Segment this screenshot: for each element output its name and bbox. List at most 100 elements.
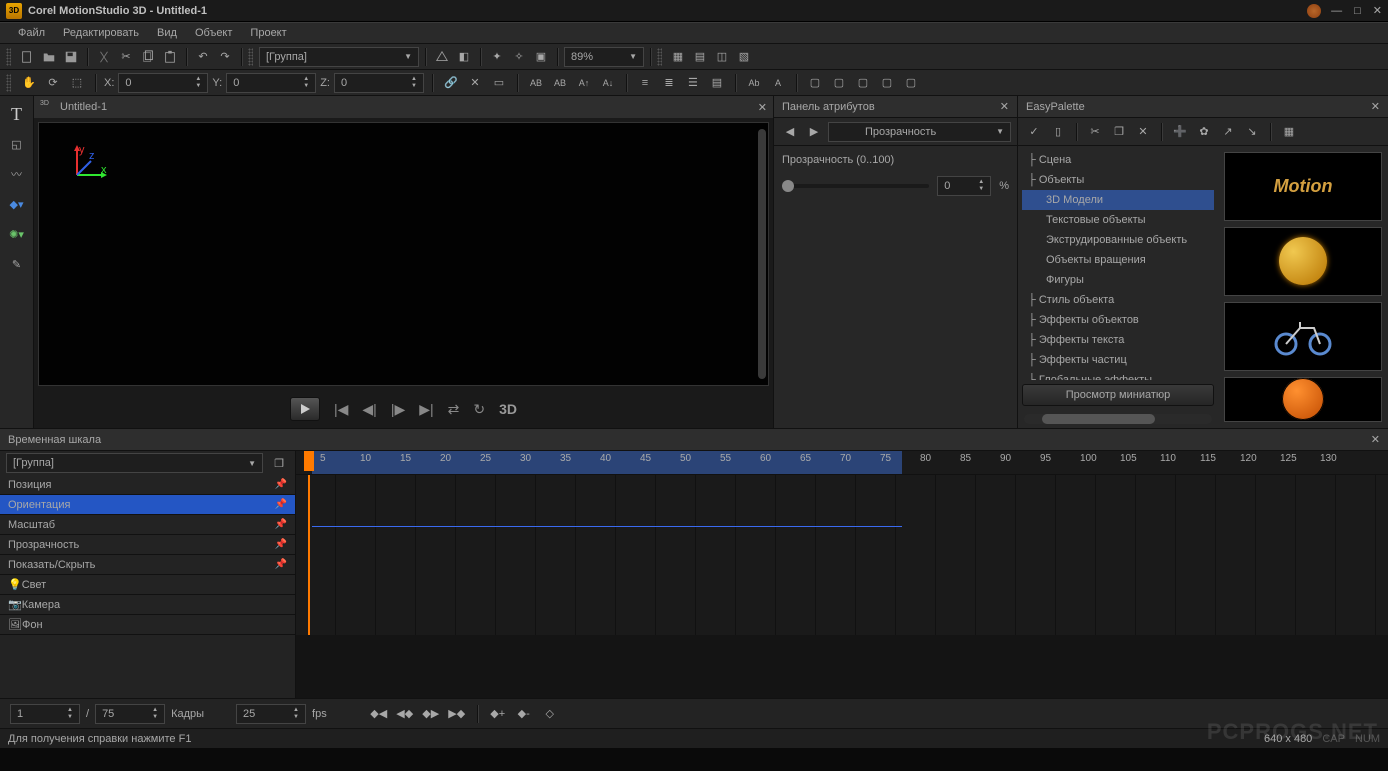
close-button[interactable]: ✕ xyxy=(1373,4,1382,17)
orbit-icon[interactable]: ⟳ xyxy=(43,73,63,93)
track-background[interactable]: 🖼 Фон xyxy=(0,615,295,635)
tree-particle-fx[interactable]: ├ Эффекты частиц xyxy=(1022,350,1214,370)
viewport-close-button[interactable]: ✕ xyxy=(758,101,767,114)
viewport-3d[interactable]: y x z xyxy=(38,122,769,386)
pin-icon[interactable]: 📌 xyxy=(275,499,287,510)
menu-project[interactable]: Проект xyxy=(242,24,294,42)
artbox-1-icon[interactable]: ▢ xyxy=(805,73,825,93)
rewind-button[interactable]: ↻ xyxy=(473,401,485,418)
link-icon[interactable]: 🔗 xyxy=(441,73,461,93)
attr-mode-select[interactable]: Прозрачность▼ xyxy=(828,122,1011,142)
tree-text-fx[interactable]: ├ Эффекты текста xyxy=(1022,330,1214,350)
box-icon[interactable]: ▭ xyxy=(489,73,509,93)
total-frames-input[interactable]: 75▲▼ xyxy=(95,704,165,724)
tree-scene[interactable]: ├ Сцена xyxy=(1022,150,1214,170)
easypalette-close[interactable]: ✕ xyxy=(1371,100,1380,113)
layout-icon-2[interactable]: ▤ xyxy=(690,47,710,67)
fps-input[interactable]: 25▲▼ xyxy=(236,704,306,724)
zoom-select[interactable]: 89%▼ xyxy=(564,47,644,67)
cut-button[interactable] xyxy=(94,47,114,67)
ep-export-icon[interactable]: ↗ xyxy=(1218,122,1238,142)
key-next-icon[interactable]: ▶◆ xyxy=(447,704,467,724)
opacity-slider[interactable] xyxy=(782,184,929,188)
text-tool[interactable]: T xyxy=(5,102,29,126)
maximize-button[interactable]: □ xyxy=(1354,5,1361,17)
pin-icon[interactable]: 📌 xyxy=(275,519,287,530)
track-showhide[interactable]: Показать/Скрыть📌 xyxy=(0,555,295,575)
next-frame-button[interactable]: |▶ xyxy=(391,401,405,418)
primitive-tool[interactable]: ◆▾ xyxy=(5,192,29,216)
ep-add-icon[interactable]: ➕ xyxy=(1170,122,1190,142)
play-button[interactable] xyxy=(290,397,320,421)
particle-tool[interactable]: ✺▾ xyxy=(5,222,29,246)
pin-icon[interactable]: 📌 xyxy=(275,559,287,570)
viewport-scrollbar[interactable] xyxy=(758,129,766,379)
toolbar-grip-4[interactable] xyxy=(6,74,11,92)
open-button[interactable] xyxy=(39,47,59,67)
attr-next-icon[interactable]: ▶ xyxy=(804,122,824,142)
last-frame-button[interactable]: ▶| xyxy=(419,401,433,418)
attr-prev-icon[interactable]: ◀ xyxy=(780,122,800,142)
menu-file[interactable]: Файл xyxy=(10,24,53,42)
prev-frame-button[interactable]: ◀| xyxy=(362,401,376,418)
menu-edit[interactable]: Редактировать xyxy=(55,24,147,42)
key-right-icon[interactable]: ◆▶ xyxy=(421,704,441,724)
key-left-icon[interactable]: ◀◆ xyxy=(395,704,415,724)
timeline-ruler[interactable]: 5101520253035404550556065707580859095100… xyxy=(296,451,1388,475)
y-input[interactable]: 0▲▼ xyxy=(226,73,316,93)
render-icon[interactable]: ◧ xyxy=(454,47,474,67)
timeline-copy-icon[interactable]: ❐ xyxy=(269,453,289,473)
thumb-globe[interactable] xyxy=(1224,227,1382,296)
ep-copy-icon[interactable]: ❐ xyxy=(1109,122,1129,142)
redo-button[interactable]: ↷ xyxy=(215,47,235,67)
tree-objects[interactable]: ├ Объекты xyxy=(1022,170,1214,190)
ep-check-icon[interactable]: ✓ xyxy=(1024,122,1044,142)
toolbar-grip-2[interactable] xyxy=(248,48,253,66)
fx-icon[interactable]: ✧ xyxy=(509,47,529,67)
ep-hscroll[interactable] xyxy=(1024,414,1212,424)
play-icon[interactable]: ▣ xyxy=(531,47,551,67)
minimize-button[interactable]: — xyxy=(1331,5,1342,17)
shape-tool[interactable]: ◱ xyxy=(5,132,29,156)
artbox-5-icon[interactable]: ▢ xyxy=(901,73,921,93)
timeline-canvas[interactable]: 5101520253035404550556065707580859095100… xyxy=(296,451,1388,698)
undo-button[interactable]: ↶ xyxy=(193,47,213,67)
artbox-4-icon[interactable]: ▢ xyxy=(877,73,897,93)
attribute-panel-close[interactable]: ✕ xyxy=(1000,100,1009,113)
align-a-down[interactable]: A↓ xyxy=(598,73,618,93)
magic-wand-icon[interactable]: ✦ xyxy=(487,47,507,67)
ep-grid-icon[interactable]: ▦ xyxy=(1279,122,1299,142)
select-icon[interactable]: ⬚ xyxy=(67,73,87,93)
save-button[interactable] xyxy=(61,47,81,67)
track-camera[interactable]: 📷 Камера xyxy=(0,595,295,615)
text-a-icon[interactable]: A xyxy=(768,73,788,93)
group-select[interactable]: [Группа]▼ xyxy=(259,47,419,67)
ep-import-icon[interactable]: ↘ xyxy=(1242,122,1262,142)
key-split-icon[interactable]: ◇ xyxy=(540,704,560,724)
ep-delete-icon[interactable]: ✕ xyxy=(1133,122,1153,142)
copy-button[interactable] xyxy=(138,47,158,67)
thumb-motion[interactable]: Motion xyxy=(1224,152,1382,221)
align-right-icon[interactable]: ☰ xyxy=(683,73,703,93)
3d-toggle-button[interactable]: 3D xyxy=(499,401,517,417)
menu-view[interactable]: Вид xyxy=(149,24,185,42)
path-tool[interactable]: 〰 xyxy=(5,162,29,186)
new-button[interactable] xyxy=(17,47,37,67)
scissors-button[interactable]: ✂ xyxy=(116,47,136,67)
opacity-input[interactable]: 0▲▼ xyxy=(937,176,991,196)
layout-icon-1[interactable]: ▦ xyxy=(668,47,688,67)
tree-shapes[interactable]: Фигуры xyxy=(1022,270,1214,290)
loop-button[interactable]: ⇄ xyxy=(448,401,460,418)
pin-icon[interactable]: 📌 xyxy=(275,539,287,550)
track-opacity[interactable]: Прозрачность📌 xyxy=(0,535,295,555)
tree-global-fx[interactable]: ├ Глобальные эффекты xyxy=(1022,370,1214,380)
toolbar-grip[interactable] xyxy=(6,48,11,66)
ep-doc-icon[interactable]: ▯ xyxy=(1048,122,1068,142)
text-ab-icon[interactable]: Ab xyxy=(744,73,764,93)
tree-3d-models[interactable]: 3D Модели xyxy=(1022,190,1214,210)
z-input[interactable]: 0▲▼ xyxy=(334,73,424,93)
align-ab-1[interactable]: AB xyxy=(526,73,546,93)
ep-cut-icon[interactable]: ✂ xyxy=(1085,122,1105,142)
align-center-icon[interactable]: ≣ xyxy=(659,73,679,93)
first-frame-button[interactable]: |◀ xyxy=(334,401,348,418)
